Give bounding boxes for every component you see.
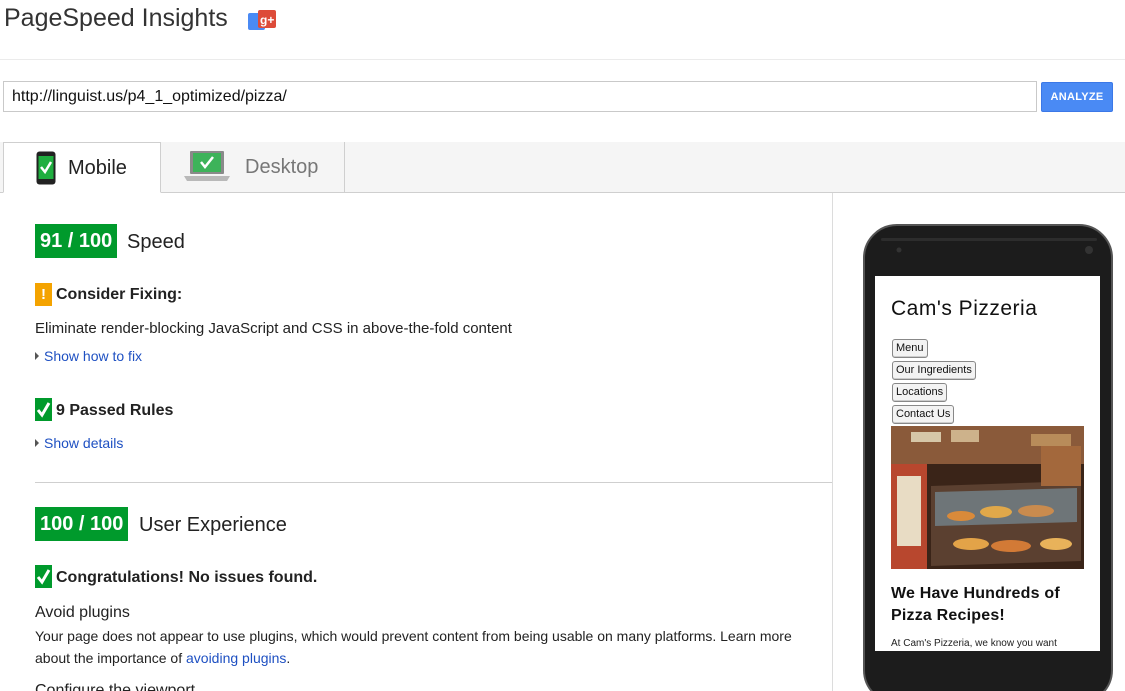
app-title: PageSpeed Insights [4, 4, 228, 32]
show-details-label: Show details [44, 435, 124, 451]
svg-text:g+: g+ [260, 13, 274, 27]
ux-score-badge: 100 / 100 [35, 507, 129, 541]
speed-score-badge: 91 / 100 [35, 224, 118, 258]
phone-speaker-icon [881, 238, 1097, 254]
rule-description: Your page does not appear to use plugins… [35, 625, 815, 669]
triangle-right-icon [35, 439, 39, 447]
rule-text: Your page does not appear to use plugins… [35, 628, 792, 666]
tab-mobile[interactable]: Mobile [3, 142, 161, 193]
show-how-label: Show how to fix [44, 348, 143, 364]
site-nav-locations-button[interactable]: Locations [892, 383, 948, 402]
exclamation-icon: ! [35, 283, 52, 306]
device-tabs: Mobile Desktop [0, 142, 1125, 193]
url-input[interactable] [3, 81, 1037, 112]
rule-title-avoid-plugins: Avoid plugins [35, 604, 130, 621]
rule-title-configure-viewport: Configure the viewport [35, 682, 196, 691]
site-nav-ingredients-button[interactable]: Our Ingredients [892, 361, 976, 380]
site-title: Cam's Pizzeria [891, 297, 1038, 320]
passed-rules-heading: 9 Passed Rules [56, 402, 174, 419]
triangle-right-icon [35, 352, 39, 360]
column-divider [832, 193, 833, 691]
laptop-icon [184, 151, 230, 181]
site-paragraph: At Cam's Pizzeria, we know you want [891, 638, 1057, 649]
mobile-preview: Cam's Pizzeria Menu Our Ingredients Loca… [875, 276, 1100, 651]
site-headline: We Have Hundreds of Pizza Recipes! [891, 585, 1060, 624]
check-icon [35, 565, 52, 588]
avoiding-plugins-link[interactable]: avoiding plugins [186, 650, 286, 666]
analyze-button[interactable]: ANALYZE [1041, 82, 1113, 112]
site-nav-menu-button[interactable]: Menu [892, 339, 928, 358]
tab-desktop[interactable]: Desktop [161, 142, 345, 193]
no-issues-heading: Congratulations! No issues found. [56, 569, 318, 586]
ux-label: User Experience [139, 514, 287, 536]
section-divider [35, 482, 832, 483]
rule-text-end: . [286, 650, 291, 666]
app-header: PageSpeed Insights g+ [0, 0, 1125, 60]
smartphone-icon [36, 151, 56, 185]
pizzeria-photo [891, 426, 1084, 569]
google-plus-icon[interactable]: g+ [248, 10, 276, 32]
tab-label: Desktop [245, 156, 319, 178]
tab-label: Mobile [68, 157, 127, 179]
site-nav-contact-button[interactable]: Contact Us [892, 405, 955, 424]
speed-label: Speed [127, 231, 185, 253]
consider-fixing-item: Eliminate render-blocking JavaScript and… [35, 320, 512, 337]
show-how-to-fix-link[interactable]: Show how to fix [35, 348, 142, 364]
show-details-link[interactable]: Show details [35, 435, 123, 451]
check-icon [35, 398, 52, 421]
consider-fixing-heading: Consider Fixing: [56, 286, 183, 303]
